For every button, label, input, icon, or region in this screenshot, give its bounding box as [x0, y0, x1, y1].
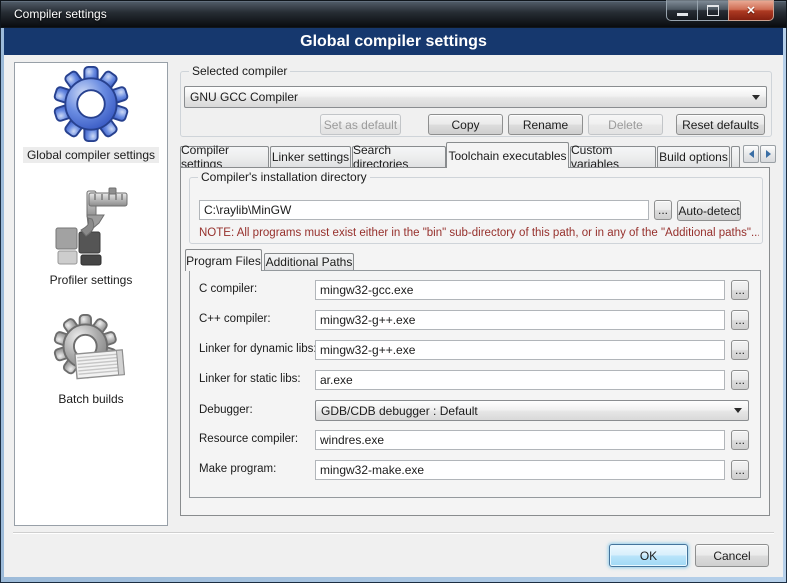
- window-controls: ✕: [666, 0, 774, 21]
- resource-compiler-label: Resource compiler:: [199, 433, 298, 445]
- caliper-cubes-icon: [51, 185, 131, 267]
- minimize-button[interactable]: [666, 0, 698, 21]
- tab-linker-settings[interactable]: Linker settings: [270, 146, 351, 167]
- tab-compiler-settings[interactable]: Compiler settings: [180, 146, 269, 167]
- sidebar-item-batch-builds[interactable]: Batch builds: [53, 314, 129, 407]
- blue-gear-icon: [53, 66, 129, 142]
- tab-search-directories[interactable]: Search directories: [352, 146, 446, 167]
- sidebar-item-label: Batch builds: [54, 391, 127, 407]
- set-as-default-button[interactable]: Set as default: [320, 114, 401, 135]
- debugger-label: Debugger:: [199, 404, 253, 416]
- cpp-compiler-field[interactable]: [315, 310, 725, 330]
- compiler-select[interactable]: GNU GCC Compiler: [184, 86, 767, 108]
- selected-compiler-group: Selected compiler GNU GCC Compiler Set a…: [180, 71, 772, 137]
- cpp-compiler-label: C++ compiler:: [199, 313, 271, 325]
- chevron-down-icon: [734, 408, 742, 413]
- make-program-label: Make program:: [199, 463, 276, 475]
- tab-scroll-left-button[interactable]: [743, 145, 759, 163]
- subtab-additional-paths[interactable]: Additional Paths: [264, 253, 354, 270]
- window-title: Compiler settings: [14, 0, 107, 28]
- close-icon: ✕: [746, 4, 755, 17]
- linker-dynamic-label: Linker for dynamic libs:: [199, 343, 317, 355]
- ok-button[interactable]: OK: [609, 544, 688, 567]
- c-compiler-label: C compiler:: [199, 283, 257, 295]
- arrow-right-icon: [766, 150, 771, 158]
- reset-defaults-button[interactable]: Reset defaults: [676, 114, 765, 135]
- make-program-field[interactable]: [315, 460, 725, 480]
- close-button[interactable]: ✕: [728, 0, 774, 21]
- note-text: NOTE: All programs must exist either in …: [199, 227, 759, 239]
- installation-directory-label: Compiler's installation directory: [198, 170, 370, 184]
- footer-divider: [13, 532, 774, 534]
- tab-partial[interactable]: [731, 146, 740, 167]
- linker-static-label: Linker for static libs:: [199, 373, 301, 385]
- delete-button[interactable]: Delete: [588, 114, 663, 135]
- cancel-button[interactable]: Cancel: [695, 544, 769, 567]
- make-program-browse-button[interactable]: ...: [731, 460, 749, 480]
- rename-button[interactable]: Rename: [508, 114, 583, 135]
- subtab-program-files[interactable]: Program Files: [185, 249, 262, 271]
- linker-static-field[interactable]: [315, 370, 725, 390]
- tab-build-options[interactable]: Build options: [657, 146, 730, 167]
- compiler-settings-dialog: Compiler settings ✕ Global compiler sett…: [0, 0, 787, 583]
- linker-dynamic-field[interactable]: [315, 340, 725, 360]
- cpp-compiler-browse-button[interactable]: ...: [731, 310, 749, 330]
- browse-directory-button[interactable]: ...: [654, 200, 672, 220]
- maximize-button[interactable]: [698, 0, 728, 21]
- copy-button[interactable]: Copy: [428, 114, 503, 135]
- installation-directory-group: Compiler's installation directory ... Au…: [189, 177, 763, 244]
- tab-toolchain-executables[interactable]: Toolchain executables: [446, 142, 569, 168]
- main-panel: Selected compiler GNU GCC Compiler Set a…: [175, 65, 777, 517]
- installation-directory-field[interactable]: [199, 200, 649, 220]
- maximize-icon: [707, 5, 719, 16]
- sidebar-item-global-compiler-settings[interactable]: Global compiler settings: [23, 66, 159, 163]
- sidebar-item-label: Profiler settings: [46, 272, 137, 288]
- linker-static-browse-button[interactable]: ...: [731, 370, 749, 390]
- selected-compiler-label: Selected compiler: [189, 64, 290, 78]
- page-header: Global compiler settings: [4, 28, 783, 55]
- linker-dynamic-browse-button[interactable]: ...: [731, 340, 749, 360]
- dialog-content: Global compiler settings: [4, 55, 783, 577]
- resource-compiler-field[interactable]: [315, 430, 725, 450]
- debugger-select-value: GDB/CDB debugger : Default: [321, 404, 478, 418]
- auto-detect-button[interactable]: Auto-detect: [677, 200, 741, 221]
- page-title: Global compiler settings: [300, 33, 487, 51]
- c-compiler-field[interactable]: [315, 280, 725, 300]
- program-files-panel: C compiler: ... C++ compiler: ... Linker…: [189, 270, 761, 498]
- titlebar[interactable]: Compiler settings ✕: [0, 0, 787, 28]
- gray-gear-papers-icon: [53, 314, 129, 386]
- c-compiler-browse-button[interactable]: ...: [731, 280, 749, 300]
- arrow-left-icon: [749, 150, 754, 158]
- chevron-down-icon: [752, 95, 760, 100]
- sidebar-item-label: Global compiler settings: [23, 147, 159, 163]
- tab-scroll-right-button[interactable]: [760, 145, 776, 163]
- sidebar-item-profiler-settings[interactable]: Profiler settings: [46, 185, 137, 288]
- resource-compiler-browse-button[interactable]: ...: [731, 430, 749, 450]
- minimize-icon: [677, 13, 688, 16]
- toolchain-executables-panel: Compiler's installation directory ... Au…: [180, 167, 770, 516]
- compiler-select-value: GNU GCC Compiler: [190, 90, 298, 104]
- settings-category-sidebar: Global compiler settings: [14, 62, 168, 526]
- tab-custom-variables[interactable]: Custom variables: [570, 146, 656, 167]
- debugger-select[interactable]: GDB/CDB debugger : Default: [315, 400, 749, 421]
